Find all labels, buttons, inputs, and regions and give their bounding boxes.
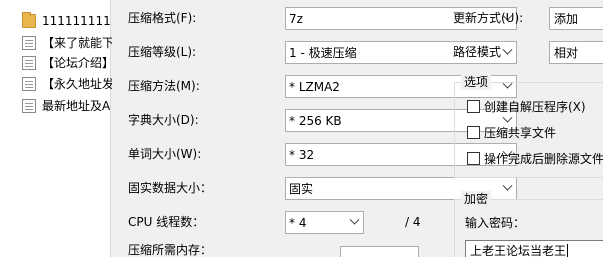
- checkbox-icon: [467, 125, 480, 139]
- chevron-down-icon: [499, 178, 516, 199]
- file-name: 最新地址及A: [42, 99, 111, 113]
- document-icon: [22, 76, 36, 91]
- path-mode-label: 路径模式: [453, 45, 502, 59]
- checkbox-icon: [467, 99, 480, 113]
- list-item[interactable]: 【来了就能下: [22, 33, 118, 52]
- level-label: 压缩等级(L):: [128, 45, 197, 59]
- dictionary-label: 字典大小(D):: [128, 113, 199, 127]
- file-list-panel: 1111111111 【来了就能下 【论坛介绍】 【永久地址发 最新地址及A: [0, 0, 118, 257]
- file-name: 1111111111: [42, 13, 118, 28]
- document-icon: [22, 55, 36, 70]
- file-name: 【论坛介绍】: [42, 56, 115, 70]
- delete-after-compression-checkbox[interactable]: 操作完成后删除源文件: [467, 149, 603, 167]
- password-input[interactable]: 上老王论坛当老王: [465, 240, 603, 257]
- encryption-group-title: 加密: [461, 191, 492, 207]
- update-mode-label: 更新方式(U):: [453, 11, 524, 25]
- word-size-label: 单词大小(W):: [128, 147, 202, 161]
- checkbox-icon: [467, 151, 480, 165]
- cpu-threads-label: CPU 线程数：: [128, 215, 205, 229]
- options-group: 选项 创建自解压程序(X) 压缩共享文件 操作完成后删除源文件: [454, 74, 603, 178]
- list-item[interactable]: 【论坛介绍】: [22, 53, 118, 72]
- document-icon: [22, 98, 36, 113]
- cpu-threads-value: * 4: [289, 215, 307, 230]
- path-mode-value: 相对: [554, 46, 579, 60]
- encryption-group: 加密 输入密码： 上老王论坛当老王: [454, 191, 603, 257]
- password-value: 上老王论坛当老王: [470, 244, 567, 257]
- memory-value-box: [340, 246, 419, 257]
- add-to-archive-dialog: 压缩格式(F): 7z 压缩等级(L): 1 - 极速压缩 压缩方法(M): *…: [112, 0, 603, 257]
- checkbox-label: 操作完成后删除源文件: [484, 151, 603, 166]
- compress-shared-files-checkbox[interactable]: 压缩共享文件: [467, 123, 556, 141]
- options-group-title: 选项: [461, 74, 492, 90]
- password-label: 输入密码：: [465, 216, 526, 230]
- memory-label: 压缩所需内存：: [128, 243, 213, 257]
- folder-icon: [22, 11, 36, 28]
- update-mode-select[interactable]: 添加: [549, 7, 603, 30]
- chevron-down-icon: [346, 212, 363, 233]
- list-item[interactable]: 最新地址及A: [22, 96, 118, 115]
- file-name: 【永久地址发: [42, 77, 115, 91]
- checkbox-label: 创建自解压程序(X): [484, 99, 586, 114]
- cpu-threads-total: / 4: [405, 215, 421, 229]
- solid-block-label: 固实数据大小：: [128, 181, 213, 195]
- update-mode-value: 添加: [554, 12, 579, 26]
- chevron-down-icon: [499, 42, 516, 63]
- create-sfx-checkbox[interactable]: 创建自解压程序(X): [467, 97, 586, 115]
- document-icon: [22, 35, 36, 50]
- format-label: 压缩格式(F):: [128, 11, 197, 25]
- method-label: 压缩方法(M):: [128, 79, 200, 93]
- path-mode-select[interactable]: 相对: [549, 41, 603, 64]
- file-name: 【来了就能下: [42, 36, 115, 50]
- checkbox-label: 压缩共享文件: [484, 125, 557, 140]
- cpu-threads-select[interactable]: * 4: [285, 211, 364, 234]
- list-item[interactable]: 【永久地址发: [22, 74, 118, 93]
- list-item[interactable]: 1111111111: [22, 11, 118, 30]
- text-caret: [567, 244, 569, 257]
